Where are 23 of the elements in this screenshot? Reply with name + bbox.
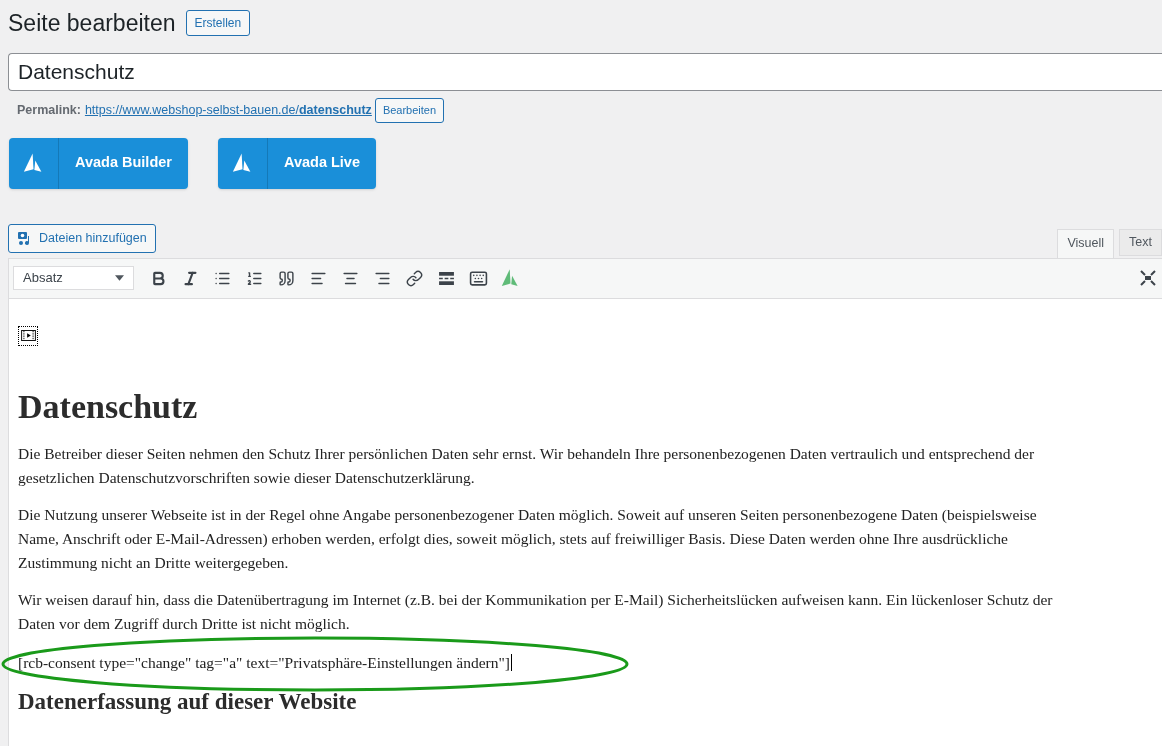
permalink-label: Permalink: <box>17 101 81 119</box>
avada-logo-icon <box>500 269 520 287</box>
permalink-link[interactable]: https://www.webshop-selbst-bauen.de/datenschutz <box>84 100 372 120</box>
title-field[interactable]: Datenschutz <box>8 52 1162 91</box>
avada-logo-icon <box>23 153 44 173</box>
builder-button[interactable]: Avada Builder <box>9 137 188 189</box>
caret-icon <box>115 275 124 281</box>
editor-tab[interactable]: Visuell <box>1057 228 1115 258</box>
subheading: Datenerfassung auf dieser Website <box>18 688 358 716</box>
format-select[interactable]: Absatz <box>13 266 134 290</box>
page-title: Seite bearbeiten <box>8 9 176 38</box>
paragraph: Wir weisen darauf hin, dass die Datenübertragung im Internet (z.B. bei der Kommunikation per E-Mail) Sicherheitslücken aufweisen kann. Ein lückenloser Schutz der Daten vor dem Zugriff durch Dritte ist nicht möglich. <box>18 590 1054 634</box>
builder-button[interactable]: Avada Live <box>217 137 376 189</box>
edit-permalink-button[interactable]: Bearbeiten <box>374 97 445 123</box>
heading: Datenschutz <box>18 386 199 427</box>
add-media-button[interactable]: Dateien hinzufügen <box>8 223 156 253</box>
media-embed-icon <box>18 325 38 346</box>
shortcode-text: [rcb-consent type="change" tag="a" text="Privatsphäre-Einstellungen ändern"] <box>18 653 513 673</box>
editor-tab[interactable]: Text <box>1119 228 1162 256</box>
avada-logo-icon <box>231 153 253 173</box>
paragraph: Die Betreiber dieser Seiten nehmen den Schutz Ihrer persönlichen Daten sehr ernst. Wir behandeln Ihre personenbezogenen Daten vertraulich und entsprechend der gesetzlichen Datenschutzvorschriften sowie dieser Datenschutzerklärung. <box>18 444 1036 488</box>
paragraph: Die Nutzung unserer Webseite ist in der Regel ohne Angabe personenbezogener Daten möglich. Soweit auf unseren Seiten personenbezogene Daten (beispielsweise Name, Anschrift oder E-Mail-Adressen) erhoben werden, erfolgt dies, soweit möglich, stets auf freiwilliger Basis. Diese Daten werden ohne Ihre ausdrückliche Zustimmung nicht an Dritte weitergegeben. <box>18 505 1038 573</box>
create-button[interactable]: Erstellen <box>185 10 251 37</box>
